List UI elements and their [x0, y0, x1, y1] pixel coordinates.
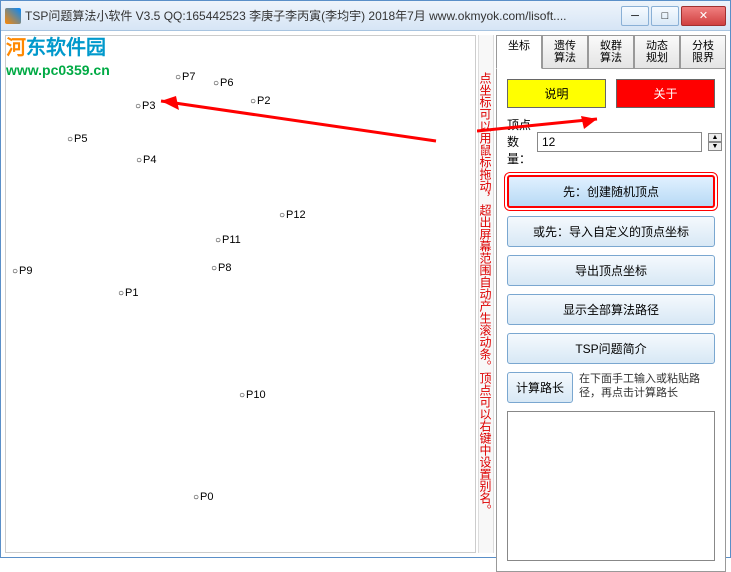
- path-input-textarea[interactable]: [507, 411, 715, 561]
- spinner-up[interactable]: ▲: [708, 133, 722, 142]
- tab-bar: 坐标遗传算法蚁群算法动态规划分枝限界: [496, 35, 726, 69]
- tab-0[interactable]: 坐标: [496, 35, 542, 69]
- watermark-logo: 河东软件园: [6, 31, 110, 60]
- canvas-area[interactable]: P7 P6 P3 P2 P5 P4 P12 P11 P9 P8 P1 P10 P0: [5, 35, 476, 553]
- calc-hint-text: 在下面手工输入或粘贴路径，再点击计算路长: [579, 372, 715, 400]
- about-button[interactable]: 关于: [616, 79, 715, 108]
- window-controls: ─ □ ✕: [621, 6, 726, 26]
- tab-4[interactable]: 分枝限界: [680, 35, 726, 68]
- maximize-button[interactable]: □: [651, 6, 679, 26]
- calc-path-length-button[interactable]: 计算路长: [507, 372, 573, 403]
- vertex-point[interactable]: P7: [175, 71, 196, 83]
- vertex-point[interactable]: P10: [239, 389, 266, 401]
- tab-2[interactable]: 蚁群算法: [588, 35, 634, 68]
- vertex-point[interactable]: P4: [136, 154, 157, 166]
- tab-1[interactable]: 遗传算法: [542, 35, 588, 68]
- close-button[interactable]: ✕: [681, 6, 726, 26]
- tab-panel-coords: 说明 关于 顶点数量： ▲ ▼: [496, 69, 726, 572]
- vertex-point[interactable]: P12: [279, 209, 306, 221]
- explain-button[interactable]: 说明: [507, 79, 606, 108]
- content-area: P7 P6 P3 P2 P5 P4 P12 P11 P9 P8 P1 P10 P0 点坐标可以用鼠标拖动…: [1, 31, 730, 557]
- spinner-down[interactable]: ▼: [708, 142, 722, 151]
- annotation-arrow-head: [161, 96, 179, 110]
- vertex-point[interactable]: P9: [12, 265, 33, 277]
- vertex-point[interactable]: P1: [118, 287, 139, 299]
- create-random-vertices-button[interactable]: 先：创建随机顶点: [507, 175, 715, 208]
- import-custom-vertices-button[interactable]: 或先：导入自定义的顶点坐标: [507, 216, 715, 247]
- window-title: TSP问题算法小软件 V3.5 QQ:165442523 李庚子李丙寅(李均宇)…: [25, 7, 621, 24]
- vertex-point[interactable]: P5: [67, 133, 88, 145]
- tsp-intro-button[interactable]: TSP问题简介: [507, 333, 715, 364]
- minimize-button[interactable]: ─: [621, 6, 649, 26]
- vertex-point[interactable]: P0: [193, 491, 214, 503]
- export-vertices-button[interactable]: 导出顶点坐标: [507, 255, 715, 286]
- vertex-count-input[interactable]: [537, 132, 702, 152]
- annotation-arrow2-head: [581, 116, 597, 129]
- vertex-count-spinner: ▲ ▼: [708, 133, 722, 151]
- show-all-paths-button[interactable]: 显示全部算法路径: [507, 294, 715, 325]
- vertex-point[interactable]: P11: [215, 234, 241, 246]
- vertex-count-row: 顶点数量： ▲ ▼: [507, 116, 715, 167]
- vertex-point[interactable]: P3: [135, 100, 156, 112]
- titlebar[interactable]: TSP问题算法小软件 V3.5 QQ:165442523 李庚子李丙寅(李均宇)…: [1, 1, 730, 31]
- watermark-url: www.pc0359.cn: [6, 62, 110, 78]
- vertex-point[interactable]: P2: [250, 95, 271, 107]
- watermark: 河东软件园 www.pc0359.cn: [6, 31, 110, 78]
- vertex-count-label: 顶点数量：: [507, 116, 531, 167]
- vertical-hint-text: 点坐标可以用鼠标拖动，超出屏幕范围自动产生滚动条。顶点可以右键中设置别名。: [478, 35, 494, 553]
- app-icon: [5, 8, 21, 24]
- annotation-arrow-line: [161, 101, 436, 141]
- app-window: TSP问题算法小软件 V3.5 QQ:165442523 李庚子李丙寅(李均宇)…: [0, 0, 731, 558]
- vertex-point[interactable]: P6: [213, 77, 234, 89]
- tab-3[interactable]: 动态规划: [634, 35, 680, 68]
- vertex-point[interactable]: P8: [211, 262, 232, 274]
- annotation-arrow2-line: [477, 119, 597, 131]
- sidebar: 坐标遗传算法蚁群算法动态规划分枝限界 说明 关于 顶点数量： ▲ ▼: [496, 35, 726, 553]
